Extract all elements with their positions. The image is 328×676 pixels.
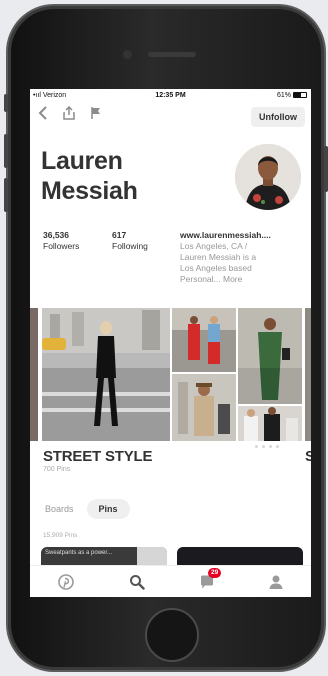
tab-boards[interactable]: Boards [40,499,79,519]
bio-more-link[interactable]: Personal... More [180,274,308,285]
search-icon [130,575,145,590]
next-board-title[interactable]: S [305,448,311,465]
unfollow-button[interactable]: Unfollow [251,107,305,127]
avatar[interactable] [235,144,301,210]
board-image-bottom-middle [172,374,236,441]
battery-percent: 61% [276,91,291,99]
nav-home[interactable] [55,573,77,591]
pin-card[interactable]: Sweatpants as a power... [41,547,167,565]
profile-name-line2: Messiah [41,177,138,205]
carousel-dot [262,445,265,448]
profile-bio: www.laurenmessiah.... Los Angeles, CA / … [180,230,308,285]
earpiece-speaker [148,52,196,57]
carousel-dots [255,445,279,448]
share-icon [63,105,75,120]
board-title[interactable]: STREET STYLE [43,448,152,465]
pin-preview-text: Sweatpants as a power... [45,550,113,556]
power-button [324,146,328,192]
following-stat[interactable]: 617 Following [112,230,148,252]
bio-line: Los Angeles based [180,263,252,273]
status-bar: •ııl Verizon 12:35 PM 61% [30,89,311,101]
following-count: 617 [112,230,127,240]
home-button[interactable] [145,608,199,662]
nav-profile[interactable] [265,573,287,591]
board-image-top-right [238,308,302,404]
profile-tabs: Boards Pins [40,499,130,519]
pin-card[interactable] [177,547,303,565]
pinterest-icon [58,574,74,590]
board-image-top-middle [172,308,236,372]
board-image-bottom-right [238,406,302,441]
board-pin-count: 700 Pins [43,466,71,473]
followers-count: 36,536 [43,230,69,240]
board-image-main [42,308,170,441]
following-label: Following [112,241,148,251]
back-button[interactable] [38,105,48,125]
profile-toolbar: Unfollow [30,105,311,127]
carousel-dot [276,445,279,448]
notifications-badge: 29 [208,568,222,578]
volume-down-button [4,178,8,212]
followers-label: Followers [43,241,80,251]
followers-stat[interactable]: 36,536 Followers [43,230,79,252]
bio-line: Los Angeles, CA / [180,241,248,251]
person-icon [269,575,283,589]
app-screen: •ııl Verizon 12:35 PM 61% Unfollow Laure… [30,89,311,597]
board-cover-collage[interactable] [30,308,311,441]
nav-search[interactable] [126,573,148,591]
pins-count: 15,909 Pins [43,532,78,539]
share-button[interactable] [62,105,76,125]
volume-up-button [4,134,8,168]
previous-board-peek [30,308,38,441]
carousel-dot [269,445,272,448]
bio-line: Lauren Messiah is a [180,252,257,262]
pin-thumbnail [137,547,167,565]
flag-icon [91,107,100,119]
battery-indicator: 61% [277,92,307,99]
profile-name-line1: Lauren [41,147,123,175]
nav-notifications[interactable]: 29 [196,568,222,591]
clock: 12:35 PM [155,91,186,99]
chevron-left-icon [38,106,47,120]
bottom-nav: 29 [30,565,311,597]
report-button[interactable] [90,105,102,125]
profile-name: Lauren Messiah [41,146,211,206]
website-link[interactable]: www.laurenmessiah.... [180,230,308,241]
carousel-dot [255,445,258,448]
front-camera [123,50,132,59]
avatar-photo [235,144,301,210]
next-board-peek [305,308,311,441]
mute-switch [4,94,8,112]
battery-icon [293,92,307,98]
tab-pins[interactable]: Pins [86,499,130,519]
